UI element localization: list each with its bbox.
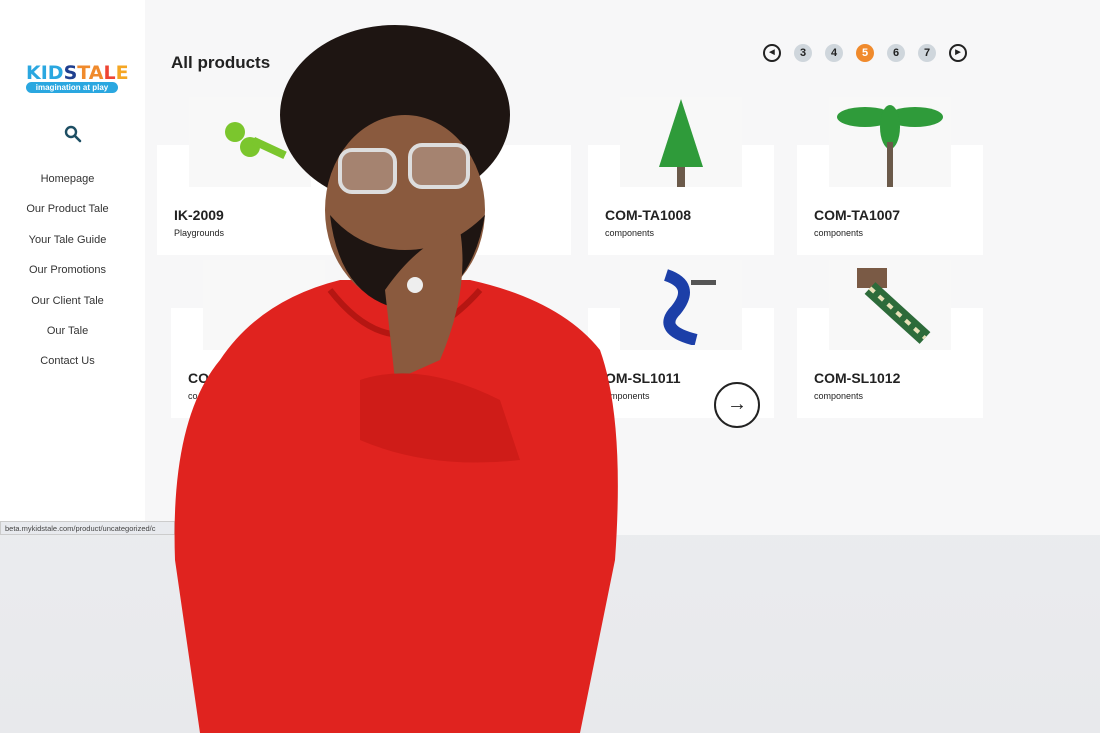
person-overlay-photo: [174, 25, 618, 733]
